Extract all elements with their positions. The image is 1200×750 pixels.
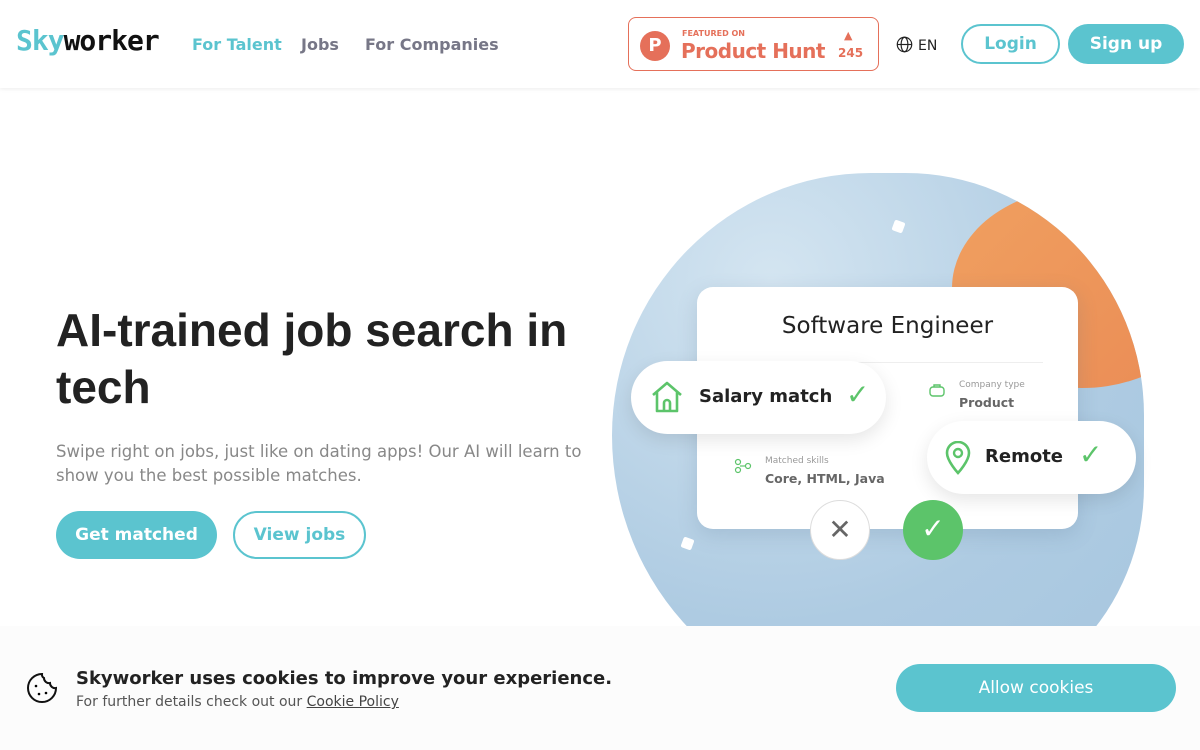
logo-worker: worker: [63, 24, 160, 57]
allow-cookies-button[interactable]: Allow cookies: [896, 664, 1176, 712]
company-type-value: Product: [959, 395, 1015, 410]
login-button[interactable]: Login: [961, 24, 1060, 64]
nav-for-talent[interactable]: For Talent: [192, 35, 282, 54]
check-icon: ✓: [1079, 438, 1103, 471]
accept-button[interactable]: ✓: [903, 500, 963, 560]
remote-pill: Remote ✓: [927, 421, 1136, 494]
skills-value: Core, HTML, Java: [765, 471, 885, 486]
product-hunt-icon: P: [640, 31, 670, 61]
nav-for-companies[interactable]: For Companies: [365, 35, 499, 54]
logo-sky: Sky: [16, 24, 65, 57]
reject-button[interactable]: ✕: [810, 500, 870, 560]
logo[interactable]: Skyworker: [16, 24, 160, 57]
briefcase-icon: [929, 384, 945, 397]
remote-label: Remote: [985, 446, 1064, 467]
salary-match-label: Salary match: [699, 386, 833, 407]
cookie-policy-link[interactable]: Cookie Policy: [307, 694, 399, 710]
get-matched-button[interactable]: Get matched: [56, 511, 217, 559]
skills-label: Matched skills: [765, 456, 829, 466]
company-type-label: Company type: [959, 380, 1025, 390]
cookie-description: For further details check out our: [76, 694, 307, 710]
product-hunt-name: Product Hunt: [681, 39, 825, 63]
upvote-count: 245: [838, 46, 864, 60]
view-jobs-button[interactable]: View jobs: [233, 511, 366, 559]
signup-button[interactable]: Sign up: [1068, 24, 1184, 64]
language-label: EN: [918, 38, 938, 54]
job-title: Software Engineer: [781, 313, 994, 339]
house-icon: [652, 381, 682, 413]
hero-subtitle: Swipe right on jobs, just like on dating…: [56, 442, 582, 485]
featured-label: FEATURED ON: [682, 29, 745, 38]
location-pin-icon: [945, 441, 971, 475]
header: Skyworker For Talent Jobs For Companies …: [0, 0, 1200, 88]
nav-jobs[interactable]: Jobs: [301, 35, 339, 54]
skills-icon: [734, 458, 752, 474]
globe-icon: [896, 36, 913, 53]
salary-match-pill: Salary match ✓: [631, 361, 886, 434]
product-hunt-badge[interactable]: P FEATURED ON Product Hunt ▲ 245: [628, 17, 879, 71]
upvote-icon: ▲: [844, 29, 853, 42]
hero-title: AI-trained job search in tech: [56, 304, 568, 413]
cookie-heading: Skyworker uses cookies to improve your e…: [76, 668, 613, 689]
language-selector[interactable]: EN: [896, 36, 937, 54]
check-icon: ✓: [846, 378, 870, 411]
cookie-icon: [27, 672, 58, 703]
cookie-text: For further details check out our Cookie…: [76, 694, 399, 710]
cookie-banner: Skyworker uses cookies to improve your e…: [0, 626, 1200, 750]
